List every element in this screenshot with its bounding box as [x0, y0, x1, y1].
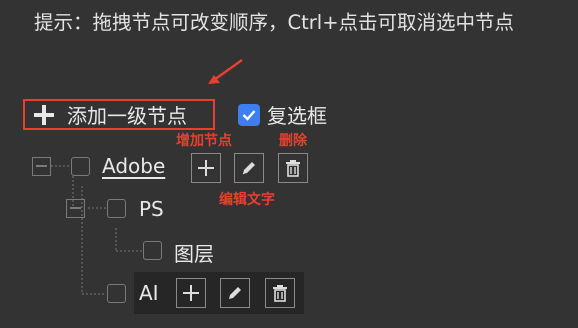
node-label-layer[interactable]: 图层 [174, 238, 214, 267]
edit-node-button[interactable] [220, 278, 250, 308]
node-label-ai[interactable]: AI [139, 281, 159, 305]
node-checkbox-ps[interactable] [107, 199, 126, 218]
add-child-button[interactable] [191, 153, 221, 183]
add-child-button[interactable] [176, 278, 206, 308]
pencil-icon [242, 162, 255, 175]
collapse-toggle-adobe[interactable] [32, 157, 51, 176]
node-label-adobe[interactable]: Adobe [102, 154, 165, 178]
node-checkbox-adobe[interactable] [71, 157, 90, 176]
plus-icon [198, 160, 214, 176]
node-label-ps[interactable]: PS [139, 197, 164, 221]
plus-icon [183, 285, 199, 301]
edit-node-button[interactable] [234, 153, 264, 183]
trash-icon [273, 285, 287, 302]
node-checkbox-ai[interactable] [107, 284, 126, 303]
delete-node-button[interactable] [265, 278, 295, 308]
node-checkbox-layer[interactable] [143, 241, 162, 260]
collapse-toggle-ps[interactable] [66, 199, 85, 218]
pencil-icon [229, 287, 241, 299]
trash-icon [286, 160, 300, 177]
delete-node-button[interactable] [278, 153, 308, 183]
